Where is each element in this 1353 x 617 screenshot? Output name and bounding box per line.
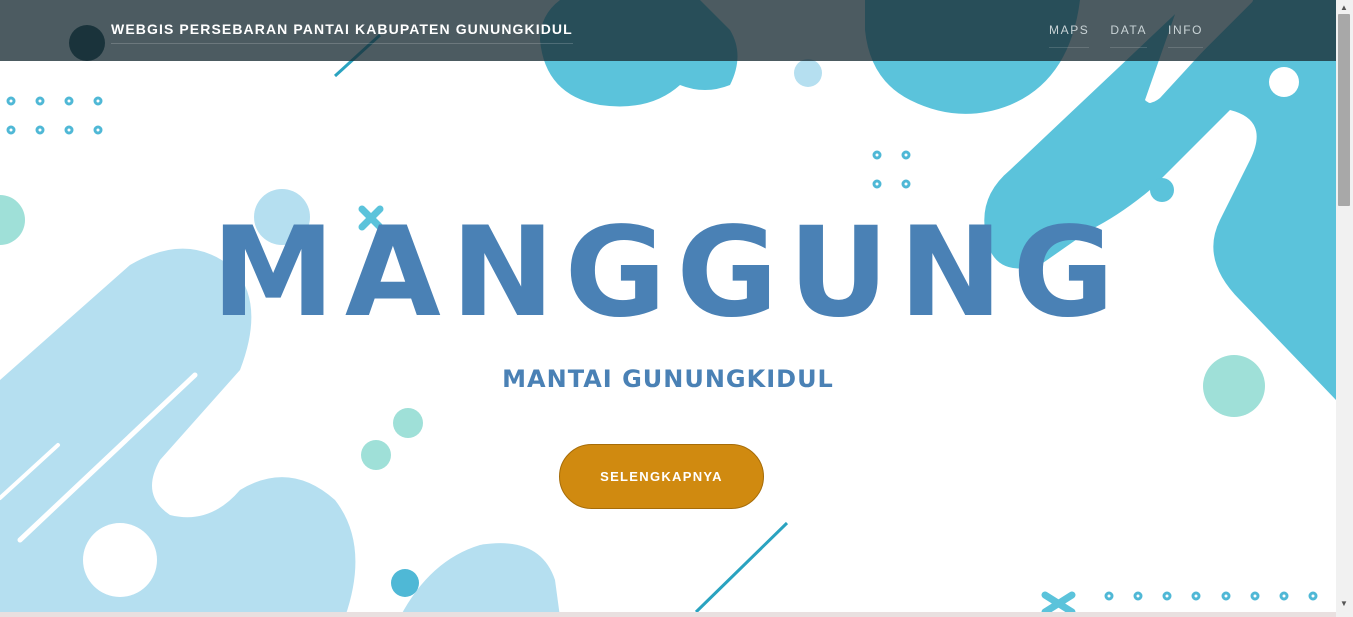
hero-subtitle: MANTAI GUNUNGKIDUL: [502, 365, 834, 393]
nav-link-data[interactable]: DATA: [1110, 23, 1148, 48]
nav-link-info[interactable]: INFO: [1168, 23, 1204, 48]
scroll-up-icon[interactable]: ▲: [1340, 3, 1348, 12]
main-nav: MAPS DATA INFO: [1049, 23, 1204, 48]
selengkapnya-button[interactable]: SELENGKAPNYA: [559, 444, 764, 509]
hero-title: MANGGUNG: [211, 201, 1125, 345]
scroll-down-icon[interactable]: ▼: [1340, 599, 1348, 608]
scroll-thumb[interactable]: [1338, 14, 1350, 206]
top-navbar: WEBGIS PERSEBARAN PANTAI KABUPATEN GUNUN…: [0, 0, 1336, 61]
site-brand[interactable]: WEBGIS PERSEBARAN PANTAI KABUPATEN GUNUN…: [111, 21, 573, 44]
vertical-scrollbar[interactable]: ▲ ▼: [1336, 0, 1353, 617]
nav-link-maps[interactable]: MAPS: [1049, 23, 1090, 48]
horizontal-scrollbar[interactable]: [0, 612, 1336, 617]
